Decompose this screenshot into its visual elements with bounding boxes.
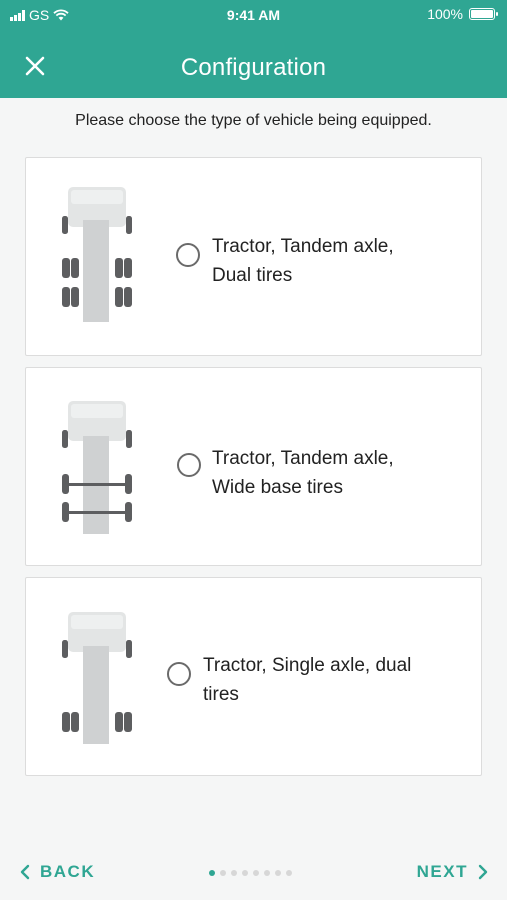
app-header: GS 9:41 AM 100% Configuration — [0, 0, 507, 98]
option-label: Tractor, Tandem axle, Dual tires — [212, 232, 394, 290]
option-label-line1: Tractor, Tandem axle, — [212, 448, 394, 469]
radio-button[interactable] — [167, 662, 191, 686]
battery-percent: 100% — [427, 6, 463, 22]
tractor-single-dual-icon — [62, 612, 132, 744]
option-card-single-dual[interactable]: Tractor, Single axle, dual tires — [25, 577, 482, 776]
instructions-text: Please choose the type of vehicle being … — [75, 112, 432, 129]
page-dot — [220, 870, 226, 876]
page-indicator — [209, 870, 292, 876]
radio-button[interactable] — [177, 453, 201, 477]
page-dot — [253, 870, 259, 876]
option-label-line2: Wide base tires — [212, 477, 343, 498]
status-bar: GS 9:41 AM 100% — [0, 0, 507, 30]
chevron-right-icon — [478, 864, 488, 880]
page-dot — [231, 870, 237, 876]
page-dot — [242, 870, 248, 876]
page-dot — [286, 870, 292, 876]
back-button[interactable]: BACK — [20, 862, 95, 882]
back-label: BACK — [40, 862, 96, 881]
page-dot — [264, 870, 270, 876]
option-label-line1: Tractor, Single axle, dual — [203, 655, 412, 676]
option-card-tandem-dual[interactable]: Tractor, Tandem axle, Dual tires — [25, 157, 482, 356]
tractor-tandem-dual-icon — [62, 187, 132, 322]
option-label: Tractor, Tandem axle, Wide base tires — [212, 444, 394, 502]
page-dot — [275, 870, 281, 876]
battery-icon — [469, 8, 498, 20]
next-label: NEXT — [416, 862, 468, 881]
option-label-line2: tires — [203, 684, 239, 705]
page-dot — [209, 870, 215, 876]
option-label-line1: Tractor, Tandem axle, — [212, 236, 394, 257]
status-right: 100% — [427, 6, 498, 22]
footer-navigation: BACK NEXT — [0, 845, 507, 900]
next-button[interactable]: NEXT — [417, 862, 488, 882]
option-card-tandem-wide[interactable]: Tractor, Tandem axle, Wide base tires — [25, 367, 482, 566]
page-title: Configuration — [180, 54, 327, 81]
battery-level — [471, 10, 493, 18]
radio-button[interactable] — [176, 243, 200, 267]
option-label-line2: Dual tires — [212, 265, 293, 286]
option-label: Tractor, Single axle, dual tires — [203, 651, 411, 709]
chevron-left-icon — [20, 864, 30, 880]
tractor-tandem-wide-icon — [62, 401, 132, 534]
